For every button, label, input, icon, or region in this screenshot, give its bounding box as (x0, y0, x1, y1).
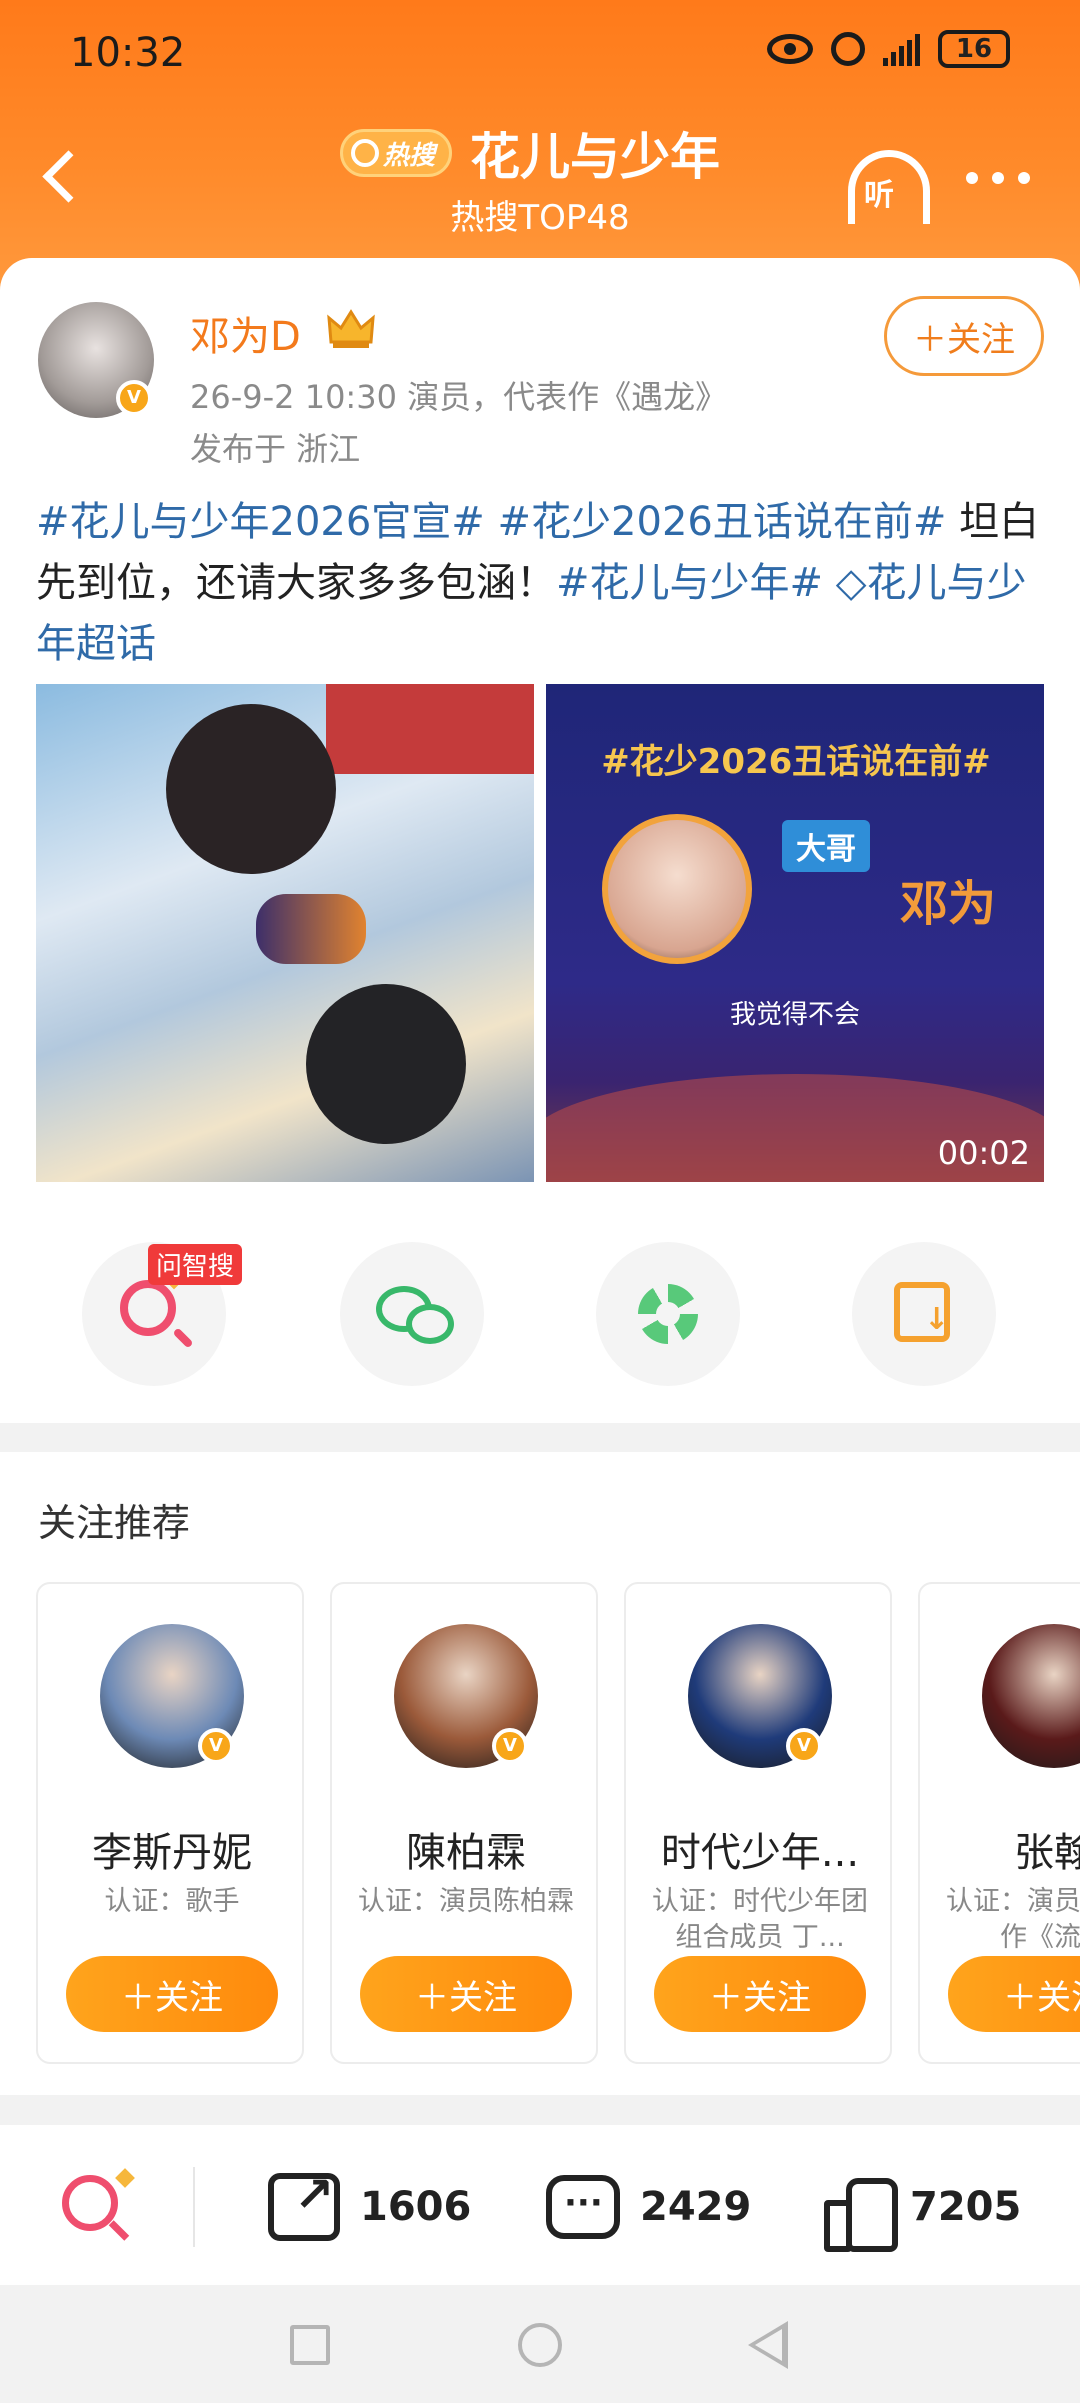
more-dot (966, 172, 978, 184)
follow-button[interactable]: ＋关注 (948, 1956, 1080, 2032)
image-detail (256, 894, 366, 964)
system-nav-bar (0, 2285, 1080, 2403)
ai-search-button[interactable] (62, 2168, 135, 2241)
hashtag-link[interactable]: #花儿与少年# (556, 560, 823, 606)
image-detail (326, 684, 534, 774)
verified-badge-icon: V (492, 1728, 528, 1764)
recommend-desc: 认证：歌手 (104, 1886, 240, 1917)
image-detail (306, 984, 466, 1144)
more-dot (992, 172, 1004, 184)
comment-button[interactable]: 2429 (546, 2167, 751, 2247)
hot-search-badge: 热搜 (340, 129, 453, 177)
thumbs-up-icon (824, 2174, 898, 2252)
crown-icon (327, 309, 375, 348)
recommend-name: 李斯丹妮 (92, 1830, 252, 1876)
hot-badge-label: 热搜 (383, 140, 436, 171)
verified-badge-icon: V (786, 1728, 822, 1764)
verified-badge-icon: V (116, 380, 152, 416)
recent-apps-button[interactable] (290, 2325, 330, 2365)
recommend-card[interactable]: V 时代少年... 认证：时代少年团组合成员 丁... ＋关注 (624, 1582, 892, 2064)
more-button[interactable] (966, 172, 1030, 184)
follow-recommend-section: 关注推荐 V 李斯丹妮 认证：歌手 ＋关注 V 陳柏霖 认证：演员陈柏霖 ＋关注… (0, 1452, 1080, 2095)
post-text: #花儿与少年2026官宣# #花少2026丑话说在前# 坦白先到位，还请大家多多… (36, 492, 1046, 675)
save-image-button[interactable] (852, 1242, 996, 1386)
follow-button[interactable]: ＋关注 (654, 1956, 866, 2032)
page-title: 花儿与少年 (470, 128, 721, 186)
share-button[interactable]: 1606 (268, 2167, 471, 2247)
video-caption: 我觉得不会 (729, 1000, 860, 1030)
share-count: 1606 (360, 2184, 472, 2230)
share-wechat-button[interactable] (340, 1242, 484, 1386)
signal-icon (883, 32, 920, 66)
battery-icon: 16 (938, 30, 1010, 68)
section-title: 关注推荐 (38, 1501, 191, 1545)
home-button[interactable] (518, 2323, 562, 2367)
recommend-desc: 认证：时代少年团组合成员 丁... (652, 1886, 868, 1953)
recommend-desc: 认证：演员陈柏霖 (358, 1886, 574, 1917)
recommend-name: 时代少年... (660, 1830, 860, 1876)
video-name: 邓为 (900, 876, 997, 932)
share-moments-button[interactable] (596, 1242, 740, 1386)
ai-search-badge: 问智搜 (148, 1244, 243, 1285)
status-time: 10:32 (70, 30, 186, 76)
ai-search-icon (120, 1280, 176, 1336)
hashtag-link[interactable]: #花少2026丑话说在前# (498, 499, 947, 545)
follow-button[interactable]: ＋关注 (66, 1956, 278, 2032)
post-text-segment (485, 499, 498, 545)
video-duration: 00:02 (937, 1134, 1030, 1172)
search-icon-handle (108, 2220, 130, 2241)
video-portrait (602, 814, 752, 964)
recommend-desc: 认证：演员，代表作《流星 (946, 1886, 1080, 1953)
post-video[interactable]: #花少2026丑话说在前# 大哥 邓为 我觉得不会 00:02 (546, 684, 1044, 1182)
save-image-icon (894, 1282, 950, 1342)
header: 10:32 16 热搜 花儿与少年 热搜TOP48 听 (0, 0, 1080, 300)
hashtag-link[interactable]: #花儿与少年2026官宣# (36, 499, 485, 545)
listen-button[interactable]: 听 (848, 150, 930, 224)
post-image[interactable] (36, 684, 534, 1182)
post-text-segment (823, 560, 836, 606)
search-icon (351, 139, 379, 167)
verified-badge-icon: V (198, 1728, 234, 1764)
recommend-name: 陳柏霖 (406, 1830, 526, 1876)
post-meta: 26-9-2 10:30 演员，代表作《遇龙》 (190, 378, 728, 416)
comment-icon (546, 2175, 620, 2239)
video-tag: 大哥 (782, 820, 870, 872)
listen-label: 听 (864, 178, 894, 213)
status-bar: 10:32 16 (0, 0, 1080, 110)
comment-count: 2429 (640, 2184, 752, 2230)
status-icons: 16 (767, 30, 1010, 68)
sparkle-icon (115, 2168, 135, 2188)
topic-title-wrap: 热搜 花儿与少年 (340, 118, 770, 188)
image-detail (166, 704, 336, 874)
author-avatar[interactable]: V (38, 302, 154, 418)
eye-comfort-icon (767, 34, 813, 64)
follow-author-button[interactable]: ＋关注 (884, 296, 1044, 376)
divider (193, 2167, 195, 2247)
alarm-icon (831, 32, 865, 66)
system-back-button[interactable] (748, 2321, 788, 2369)
post-action-bar: 1606 2429 7205 (0, 2125, 1080, 2285)
share-icon (268, 2167, 340, 2241)
more-dot (1018, 172, 1030, 184)
wechat-icon-bubble (406, 1304, 454, 1344)
recommend-card[interactable]: 张翰 认证：演员，代表作《流星 ＋关注 (918, 1582, 1080, 2064)
like-button[interactable]: 7205 (824, 2167, 1022, 2252)
video-title: #花少2026丑话说在前# (601, 742, 991, 782)
avatar[interactable] (982, 1624, 1080, 1768)
recommend-name: 张翰 (1014, 1830, 1080, 1876)
follow-button[interactable]: ＋关注 (360, 1956, 572, 2032)
recommend-card[interactable]: V 陳柏霖 认证：演员陈柏霖 ＋关注 (330, 1582, 598, 2064)
author-name[interactable]: 邓为D (190, 304, 301, 362)
like-count: 7205 (910, 2184, 1022, 2230)
recommend-card[interactable]: V 李斯丹妮 认证：歌手 ＋关注 (36, 1582, 304, 2064)
post-location: 发布于 浙江 (190, 430, 361, 468)
moments-icon (638, 1284, 698, 1344)
